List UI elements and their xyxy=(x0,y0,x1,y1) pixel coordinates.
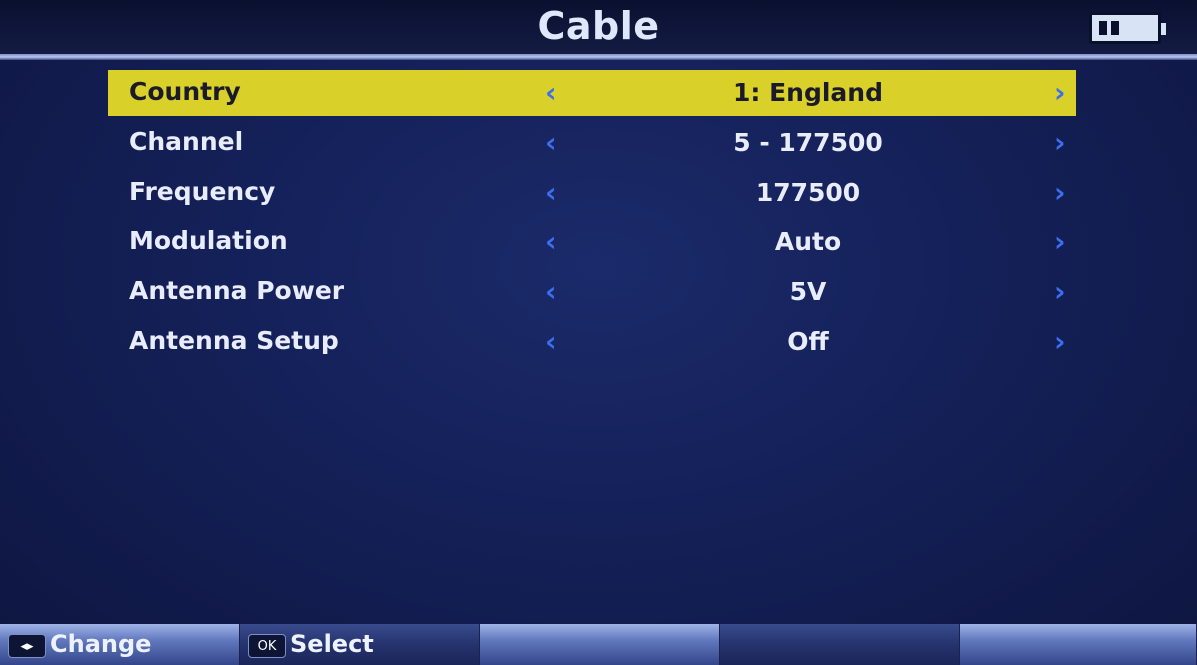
battery-cell xyxy=(1099,21,1107,35)
menu-row-label: Channel xyxy=(129,126,244,156)
settings-menu: Country ‹ 1: England › Channel ‹ 5 - 177… xyxy=(108,70,1076,369)
menu-row-label: Frequency xyxy=(129,176,276,206)
footer-empty-slot xyxy=(720,624,960,665)
tv-menu-screen: Cable Country ‹ 1: England › Channel ‹ 5… xyxy=(0,0,1197,665)
ok-key-icon: OK xyxy=(248,634,286,658)
footer-bar: ◂▸ Change OK Select xyxy=(0,624,1197,665)
menu-row-country[interactable]: Country ‹ 1: England › xyxy=(108,70,1076,116)
menu-row-antenna-power[interactable]: Antenna Power ‹ 5V › xyxy=(108,269,1076,315)
menu-row-label: Antenna Setup xyxy=(129,325,339,355)
menu-row-antenna-setup[interactable]: Antenna Setup ‹ Off › xyxy=(108,319,1076,365)
chevron-left-icon[interactable]: ‹ xyxy=(545,225,557,258)
menu-row-value: 5V xyxy=(789,277,827,307)
battery-cell xyxy=(1111,21,1119,35)
menu-row-value: Off xyxy=(787,326,829,356)
footer-select-label: Select xyxy=(290,630,374,658)
chevron-left-icon[interactable]: ‹ xyxy=(545,275,557,308)
menu-row-value: Auto xyxy=(774,227,842,257)
chevron-right-icon[interactable]: › xyxy=(1054,126,1066,159)
footer-empty-slot xyxy=(960,624,1197,665)
menu-row-value: 5 - 177500 xyxy=(733,127,883,157)
footer-select-hint[interactable]: OK Select xyxy=(240,624,480,665)
menu-row-label: Antenna Power xyxy=(129,276,345,306)
battery-icon xyxy=(1089,12,1166,44)
footer-change-hint[interactable]: ◂▸ Change xyxy=(0,624,240,665)
footer-change-label: Change xyxy=(50,630,152,658)
chevron-left-icon[interactable]: ‹ xyxy=(545,126,557,159)
chevron-right-icon[interactable]: › xyxy=(1054,275,1066,308)
menu-row-modulation[interactable]: Modulation ‹ Auto › xyxy=(108,219,1076,265)
header-divider xyxy=(0,54,1197,60)
chevron-left-icon[interactable]: ‹ xyxy=(545,76,557,109)
footer-empty-slot xyxy=(480,624,720,665)
chevron-right-icon[interactable]: › xyxy=(1054,325,1066,358)
menu-row-frequency[interactable]: Frequency ‹ 177500 › xyxy=(108,170,1076,216)
menu-row-value: 177500 xyxy=(755,177,861,207)
menu-row-label: Country xyxy=(129,77,241,106)
left-right-arrows-icon: ◂▸ xyxy=(8,634,46,658)
menu-row-channel[interactable]: Channel ‹ 5 - 177500 › xyxy=(108,120,1076,166)
chevron-right-icon[interactable]: › xyxy=(1054,225,1066,258)
page-title: Cable xyxy=(537,4,660,48)
chevron-left-icon[interactable]: ‹ xyxy=(545,176,557,209)
chevron-left-icon[interactable]: ‹ xyxy=(545,325,557,358)
menu-row-value: 1: England xyxy=(733,78,883,107)
header-bar: Cable xyxy=(0,0,1197,56)
chevron-right-icon[interactable]: › xyxy=(1054,176,1066,209)
chevron-right-icon[interactable]: › xyxy=(1054,76,1066,109)
menu-row-label: Modulation xyxy=(129,226,288,256)
